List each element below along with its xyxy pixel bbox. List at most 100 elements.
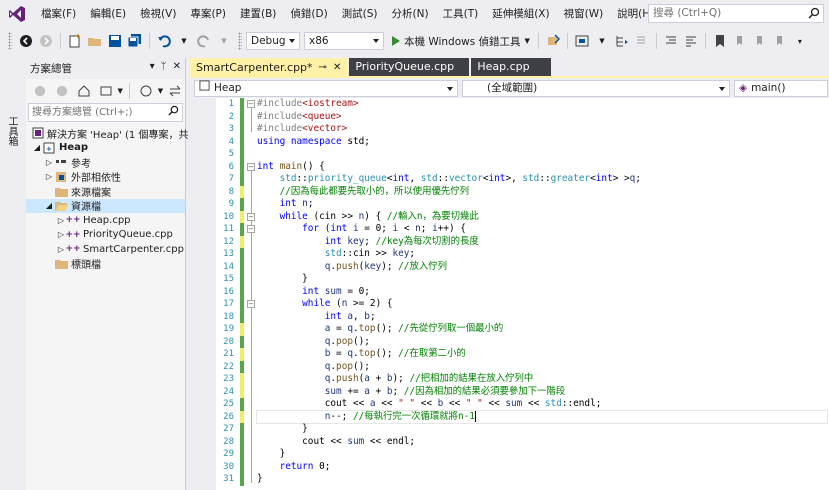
solution-explorer-panel: 方案總管 ▾ ᛘ ✕ ▼ ▼ 搜尋方案總管 (Ctrl+;) 解決方案 'Hea… [26, 58, 188, 490]
tree-item-external-deps[interactable]: ▷ 外部相依性 [26, 170, 185, 184]
tree-item-heap-cpp[interactable]: ▷ ++ Heap.cpp [26, 213, 185, 228]
change-marker [240, 398, 244, 411]
solution-configuration-select[interactable]: Debug [246, 32, 300, 50]
collapse-include-icon[interactable]: − [247, 100, 255, 108]
redo-dropdown-icon[interactable]: ▼ [214, 31, 234, 51]
pin-icon[interactable]: ⊸ [319, 59, 327, 77]
member-dropdown[interactable]: ◈ main() [734, 79, 828, 97]
filter-dropdown-icon[interactable]: ▼ [158, 87, 163, 95]
project-dropdown[interactable]: Heap [194, 79, 458, 97]
code-line-2: #include<queue> [257, 110, 342, 122]
sync-icon[interactable] [165, 81, 185, 101]
tree-item-smartcarpenter-cpp[interactable]: ▷ ++ SmartCarpenter.cpp [26, 242, 185, 257]
clear-bookmarks-icon[interactable] [770, 31, 790, 51]
collapse-while2-icon[interactable]: − [247, 300, 255, 308]
tab-label: SmartCarpenter.cpp* [196, 60, 313, 74]
tab-heap-cpp[interactable]: Heap.cpp [471, 58, 552, 76]
panel-menu-icon[interactable]: ▾ [150, 61, 155, 72]
prev-bookmark-icon[interactable] [730, 31, 750, 51]
menu-tools[interactable]: 工具(T) [436, 0, 486, 28]
diagnostic-dropdown-icon[interactable]: ▼ [592, 31, 612, 51]
menu-test[interactable]: 測試(S) [335, 0, 385, 28]
menu-analyze[interactable]: 分析(N) [385, 0, 436, 28]
back-icon[interactable] [30, 81, 50, 101]
solution-explorer-title: 方案總管 [30, 63, 72, 75]
uncomment-lines-icon[interactable] [681, 31, 701, 51]
next-bookmark-icon[interactable] [750, 31, 770, 51]
open-file-icon[interactable] [85, 31, 105, 51]
collapse-icon[interactable]: ◢ [44, 201, 54, 210]
start-debugging-dropdown-icon[interactable]: ▼ [525, 37, 530, 45]
tab-label: Heap.cpp [477, 60, 530, 73]
forward-icon[interactable] [52, 81, 72, 101]
close-icon[interactable]: ✕ [333, 59, 341, 77]
new-project-icon[interactable] [65, 31, 85, 51]
menu-edit[interactable]: 編輯(E) [83, 0, 133, 28]
tree-item-header-files[interactable]: 標頭檔 [26, 257, 185, 271]
tree-item-references[interactable]: ▷ 參考 [26, 155, 185, 170]
collapse-while-icon[interactable]: − [247, 212, 255, 221]
switch-views-icon[interactable] [96, 81, 116, 101]
scope-dropdown[interactable]: (全域範圍) [462, 79, 730, 97]
toolbox-tab[interactable]: 工具箱 [5, 116, 19, 146]
save-icon[interactable] [105, 31, 125, 51]
collapse-icon[interactable]: ◢ [32, 143, 42, 152]
pin-icon[interactable]: ᛘ [161, 61, 167, 72]
line-number: 30 [223, 461, 234, 472]
bookmark-icon[interactable] [710, 31, 730, 51]
code-view[interactable]: 1 2 3 4 5 6 7 8 9 10 11 12 13 14 15 16 17 18 19 20 21 22 23 24 2… [190, 98, 829, 490]
step-into-icon[interactable] [612, 31, 632, 51]
visual-studio-logo-icon[interactable] [0, 0, 34, 28]
code-text[interactable]: #include<iostream> #include<queue> #incl… [256, 98, 828, 486]
toolbar-grip[interactable] [238, 32, 242, 50]
menu-view[interactable]: 檢視(V) [133, 0, 183, 28]
switch-views-dropdown-icon[interactable]: ▼ [118, 87, 123, 95]
standard-toolbar: ▼ ▼ Debug x86 本機 Windows 偵錯工具 ▼ ▼ ▾ [0, 28, 829, 54]
menu-project[interactable]: 專案(P) [183, 0, 233, 28]
tree-item-source-files[interactable]: 來源檔案 [26, 184, 185, 199]
close-icon[interactable]: ✕ [173, 61, 181, 72]
collapse-for-icon[interactable]: − [247, 225, 255, 233]
solution-platform-select[interactable]: x86 [304, 32, 384, 50]
step-over-icon[interactable] [632, 31, 652, 51]
home-icon[interactable] [74, 81, 94, 101]
menu-debug[interactable]: 偵錯(D) [283, 0, 334, 28]
toolbar-separator [537, 33, 539, 49]
comment-lines-icon[interactable] [661, 31, 681, 51]
solution-explorer-search[interactable]: 搜尋方案總管 (Ctrl+;) [28, 103, 183, 122]
menu-file[interactable]: 檔案(F) [34, 0, 83, 28]
change-marker [240, 323, 244, 336]
text-caret [474, 410, 476, 422]
member-dropdown-value: main() [751, 81, 786, 94]
expand-icon[interactable]: ▷ [44, 158, 54, 167]
quick-launch-search[interactable]: 搜尋 (Ctrl+Q) [648, 4, 824, 23]
tree-item-label: SmartCarpenter.cpp [83, 243, 184, 255]
diagnostic-tools-icon[interactable] [572, 31, 592, 51]
tree-item-project-heap[interactable]: ◢ + Heap [26, 141, 185, 156]
pending-changes-filter-icon[interactable] [136, 81, 156, 101]
undo-icon[interactable] [154, 31, 174, 51]
change-marker [240, 185, 244, 198]
menu-extensions[interactable]: 延伸模組(X) [485, 0, 556, 28]
tree-item-solution[interactable]: 解決方案 'Heap' (1 個專案，共 [26, 126, 188, 141]
line-number: 29 [223, 449, 234, 459]
menu-window[interactable]: 視窗(W) [557, 0, 611, 28]
attach-process-icon[interactable] [543, 31, 563, 51]
undo-dropdown-icon[interactable]: ▼ [174, 31, 194, 51]
redo-icon[interactable] [194, 31, 214, 51]
collapse-main-icon[interactable]: − [247, 162, 255, 171]
save-all-icon[interactable] [125, 31, 145, 51]
expand-icon[interactable]: ▷ [44, 172, 54, 181]
tree-item-resource-files[interactable]: ◢ 資源檔 [26, 198, 185, 213]
tab-priorityqueue-cpp[interactable]: PriorityQueue.cpp [349, 58, 470, 76]
back-icon[interactable] [16, 31, 36, 51]
start-debugging-button[interactable]: 本機 Windows 偵錯工具 ▼ [388, 31, 534, 51]
document-tabs: SmartCarpenter.cpp* ⊸ ✕ PriorityQueue.cp… [190, 58, 829, 78]
tab-smartcarpenter-cpp[interactable]: SmartCarpenter.cpp* ⊸ ✕ [190, 58, 348, 77]
tree-item-priorityqueue-cpp[interactable]: ▷ ++ PriorityQueue.cpp [26, 228, 185, 243]
forward-icon[interactable] [36, 31, 56, 51]
toolbar-grip[interactable] [8, 32, 12, 50]
menu-build[interactable]: 建置(B) [233, 0, 283, 28]
code-line-3: #include<vector> [257, 123, 348, 134]
toolbar-overflow-icon[interactable]: ▾ [790, 31, 810, 51]
